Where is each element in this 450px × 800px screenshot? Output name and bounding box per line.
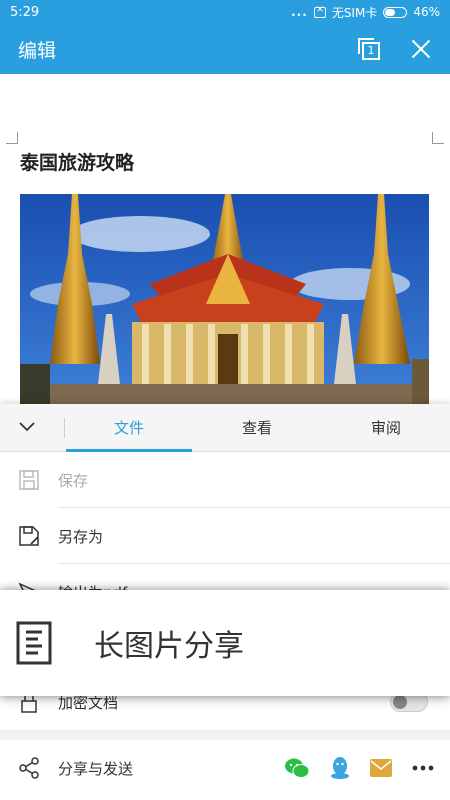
- margin-corner-left: [6, 132, 18, 144]
- tab-review[interactable]: 审阅: [322, 404, 450, 452]
- menu-save-as-label: 另存为: [58, 527, 104, 546]
- chevron-down-icon[interactable]: [19, 419, 35, 435]
- app-bar: 编辑 1: [0, 24, 450, 74]
- menu-save-label: 保存: [58, 471, 89, 490]
- long-image-share-label: 长图片分享: [94, 629, 244, 664]
- status-time: 5:29: [10, 4, 40, 20]
- wechat-icon[interactable]: [284, 757, 310, 779]
- long-image-icon: [16, 621, 52, 665]
- save-as-icon: [19, 526, 39, 546]
- share-targets: [284, 756, 434, 780]
- sim-status: 无SIM卡: [331, 5, 378, 20]
- no-sim-icon: [313, 4, 326, 18]
- qq-icon[interactable]: [330, 756, 350, 780]
- close-icon[interactable]: [410, 38, 432, 60]
- temple-image[interactable]: [20, 194, 429, 404]
- tab-view[interactable]: 查看: [192, 404, 322, 452]
- tab-bar: 文件 查看 审阅: [0, 404, 450, 452]
- notification-dots: ...: [291, 5, 308, 19]
- mail-icon[interactable]: [370, 759, 392, 777]
- section-gap: [0, 730, 450, 740]
- menu-share-send-label: 分享与发送: [58, 759, 134, 778]
- page-count: 1: [362, 42, 380, 60]
- save-icon: [19, 470, 39, 490]
- margin-corner-right: [432, 132, 444, 144]
- long-image-share-popup[interactable]: 长图片分享: [0, 590, 450, 696]
- status-bar: 5:29 ... 无SIM卡 46%: [0, 0, 450, 24]
- page-title: 编辑: [18, 39, 57, 62]
- menu-save-as[interactable]: 另存为: [0, 508, 450, 564]
- menu-save[interactable]: 保存: [0, 452, 450, 508]
- battery-icon: [383, 6, 408, 18]
- more-icon[interactable]: [412, 765, 434, 771]
- tab-file[interactable]: 文件: [66, 404, 192, 452]
- menu-share-send[interactable]: 分享与发送: [0, 740, 450, 796]
- document-title: 泰国旅游攻略: [20, 152, 135, 174]
- document-canvas[interactable]: 泰国旅游攻略: [0, 74, 450, 404]
- tab-divider: [64, 418, 65, 438]
- battery-percent: 46%: [413, 5, 440, 19]
- share-icon: [19, 757, 39, 779]
- page-count-button[interactable]: 1: [358, 38, 380, 60]
